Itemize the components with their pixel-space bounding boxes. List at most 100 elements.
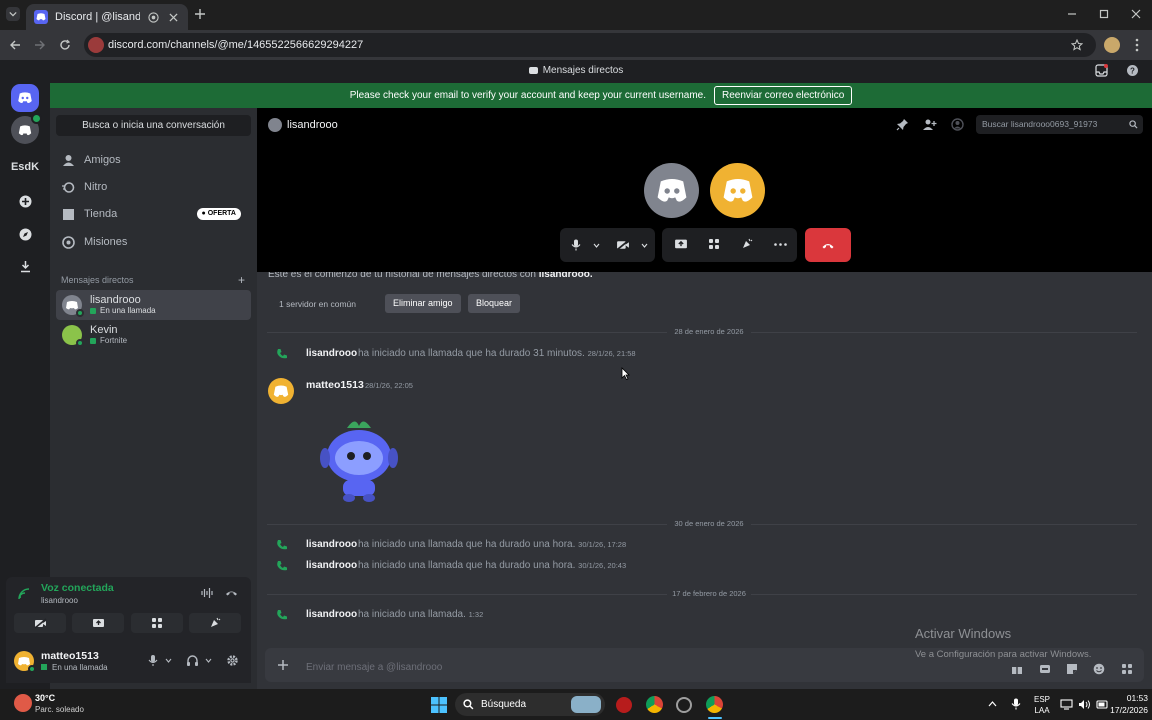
volume-icon[interactable]: [1078, 699, 1091, 710]
user-profile-icon[interactable]: [951, 118, 964, 131]
taskbar-app-2[interactable]: [676, 697, 692, 713]
taskbar-chrome-1[interactable]: [646, 696, 663, 713]
disconnect-icon[interactable]: [225, 587, 238, 599]
reload-icon[interactable]: [59, 39, 71, 51]
microphone-icon[interactable]: [571, 238, 581, 252]
taskbar-app-1[interactable]: [616, 697, 632, 713]
camera-off-icon[interactable]: [616, 239, 630, 251]
activate-windows-title: Activar Windows: [915, 626, 1012, 641]
profile-avatar[interactable]: [1104, 37, 1120, 53]
user-avatar[interactable]: [14, 651, 36, 673]
inbox-icon[interactable]: [1095, 64, 1108, 77]
clock-time[interactable]: 01:53: [1110, 693, 1148, 703]
gift-icon[interactable]: [1011, 663, 1023, 675]
windows-start-icon[interactable]: [431, 697, 447, 713]
close-window-icon[interactable]: [1131, 9, 1141, 19]
nav-shop[interactable]: Tienda ● OFERTA: [56, 202, 251, 226]
message-input-box[interactable]: Enviar mensaje a @lisandrooo Ve a Config…: [265, 648, 1144, 682]
more-options-icon[interactable]: [774, 243, 787, 246]
nav-friends[interactable]: Amigos: [56, 148, 251, 172]
wumpus-sticker[interactable]: [317, 412, 407, 504]
new-tab-icon[interactable]: [194, 8, 206, 20]
download-icon[interactable]: [11, 252, 39, 280]
forward-icon[interactable]: [34, 39, 46, 51]
clock-date[interactable]: 17/2/2026: [1096, 705, 1148, 715]
pin-icon[interactable]: [896, 118, 909, 131]
nav-nitro[interactable]: Nitro: [56, 175, 251, 199]
hang-up-button[interactable]: [805, 228, 851, 262]
add-server-icon[interactable]: [11, 187, 39, 215]
dm-item-kevin[interactable]: Kevin Fortnite: [56, 320, 251, 350]
minimize-icon[interactable]: [1067, 9, 1077, 19]
soundboard-icon[interactable]: [741, 238, 753, 250]
browser-tab[interactable]: Discord | @lisandrooo: [26, 4, 188, 30]
taskbar-search[interactable]: Búsqueda: [455, 693, 605, 716]
dm-item-lisandrooo[interactable]: lisandrooo En una llamada: [56, 290, 251, 320]
url-bar[interactable]: discord.com/channels/@me/146552256662929…: [84, 33, 1096, 57]
settings-gear-icon[interactable]: [226, 654, 239, 667]
call-author[interactable]: lisandrooo: [306, 560, 357, 571]
sticker-icon[interactable]: [1066, 663, 1078, 675]
discover-icon[interactable]: [11, 220, 39, 248]
screen-share-button[interactable]: [72, 613, 124, 633]
network-icon[interactable]: [1060, 699, 1073, 710]
soundboard-button[interactable]: [189, 613, 241, 633]
add-attachment-icon[interactable]: [277, 659, 289, 671]
camera-off-button[interactable]: [14, 613, 66, 633]
language-indicator[interactable]: ESP LAA: [1034, 694, 1050, 716]
server-label[interactable]: EsdK: [0, 161, 50, 173]
weather-temp[interactable]: 30°C: [35, 693, 55, 703]
microphone-icon[interactable]: [148, 654, 158, 667]
menu-kebab-icon[interactable]: [1135, 38, 1139, 52]
screen-share-icon[interactable]: [674, 238, 688, 251]
user-name[interactable]: matteo1513: [41, 650, 99, 662]
call-participant-lisandrooo[interactable]: [644, 163, 699, 218]
headphones-icon[interactable]: [186, 654, 199, 667]
block-button[interactable]: Bloquear: [468, 294, 521, 313]
gif-icon[interactable]: [1039, 663, 1051, 675]
mutual-servers[interactable]: 1 servidor en común: [279, 299, 356, 309]
nav-quests[interactable]: Misiones: [56, 230, 251, 254]
weather-icon[interactable]: [14, 694, 32, 712]
chevron-down-icon[interactable]: [641, 243, 648, 248]
activities-icon[interactable]: [708, 238, 720, 250]
chevron-down-icon[interactable]: [205, 658, 212, 663]
noise-suppression-icon[interactable]: [201, 587, 214, 599]
create-dm-icon[interactable]: +: [238, 273, 245, 287]
bookmark-star-icon[interactable]: [1071, 39, 1083, 51]
chevron-down-icon[interactable]: [165, 658, 172, 663]
message-author[interactable]: matteo1513: [306, 379, 364, 391]
call-controls-left: [560, 228, 655, 262]
message-author-avatar[interactable]: [268, 378, 294, 404]
activities-button[interactable]: [131, 613, 183, 633]
microphone-icon[interactable]: [1011, 697, 1021, 711]
call-author[interactable]: lisandrooo: [306, 348, 357, 359]
call-author[interactable]: lisandrooo: [306, 609, 357, 620]
maximize-icon[interactable]: [1099, 9, 1109, 19]
site-info-icon[interactable]: [88, 37, 104, 53]
chat-header-name[interactable]: lisandrooo: [287, 119, 338, 131]
search-input[interactable]: Buscar lisandrooo0693_91973: [982, 119, 1097, 129]
voice-status[interactable]: Voz conectada: [41, 582, 114, 594]
help-icon[interactable]: ?: [1126, 64, 1139, 77]
server-icon-voice[interactable]: [11, 113, 42, 144]
voice-channel[interactable]: lisandrooo: [41, 596, 78, 605]
chevron-up-icon[interactable]: [988, 701, 997, 707]
taskbar-chrome-2[interactable]: [706, 696, 723, 713]
call-author[interactable]: lisandrooo: [306, 539, 357, 550]
search-box[interactable]: Buscar lisandrooo0693_91973: [976, 115, 1143, 134]
resend-email-button[interactable]: Reenviar correo electrónico: [714, 86, 853, 105]
find-conversation-button[interactable]: Busca o inicia una conversación: [56, 115, 251, 136]
apps-icon[interactable]: [1121, 663, 1133, 675]
message-input[interactable]: Enviar mensaje a @lisandrooo: [306, 662, 442, 673]
voice-indicator-icon: [31, 113, 42, 124]
remove-friend-button[interactable]: Eliminar amigo: [385, 294, 461, 313]
back-icon[interactable]: [9, 39, 21, 51]
home-dm-button[interactable]: [11, 84, 39, 112]
add-friends-icon[interactable]: [923, 118, 937, 131]
close-tab-icon[interactable]: [166, 10, 180, 24]
emoji-icon[interactable]: [1093, 663, 1105, 675]
chevron-down-icon[interactable]: [593, 243, 600, 248]
tab-search-button[interactable]: [6, 7, 20, 21]
call-participant-matteo1513[interactable]: [710, 163, 765, 218]
